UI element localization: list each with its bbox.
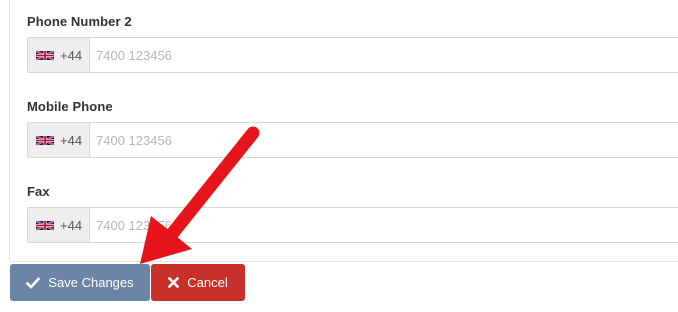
uk-flag-icon [36, 134, 54, 146]
fax-input[interactable] [90, 208, 678, 242]
country-code: +44 [60, 132, 83, 148]
save-changes-label: Save Changes [48, 275, 134, 290]
phone-number-2-input[interactable] [90, 38, 678, 72]
phone-number-2-label: Phone Number 2 [27, 14, 132, 29]
country-selector[interactable]: +44 [28, 123, 90, 157]
country-selector[interactable]: +44 [28, 208, 90, 242]
mobile-phone-field-group: +44 [27, 122, 678, 158]
country-code: +44 [60, 217, 83, 233]
cancel-button[interactable]: Cancel [151, 264, 245, 301]
fax-label: Fax [27, 184, 50, 199]
phone-number-2-field-group: +44 [27, 37, 678, 73]
country-selector[interactable]: +44 [28, 38, 90, 72]
uk-flag-icon [36, 49, 54, 61]
fax-field-group: +44 [27, 207, 678, 243]
uk-flag-icon [36, 219, 54, 231]
save-changes-button[interactable]: Save Changes [10, 264, 150, 301]
form-page: Phone Number 2 +44 Mobile Phone +44 [0, 0, 678, 312]
close-icon [168, 277, 180, 288]
mobile-phone-input[interactable] [90, 123, 678, 157]
mobile-phone-label: Mobile Phone [27, 99, 113, 114]
cancel-label: Cancel [187, 275, 228, 290]
check-icon [26, 276, 41, 289]
country-code: +44 [60, 47, 83, 63]
